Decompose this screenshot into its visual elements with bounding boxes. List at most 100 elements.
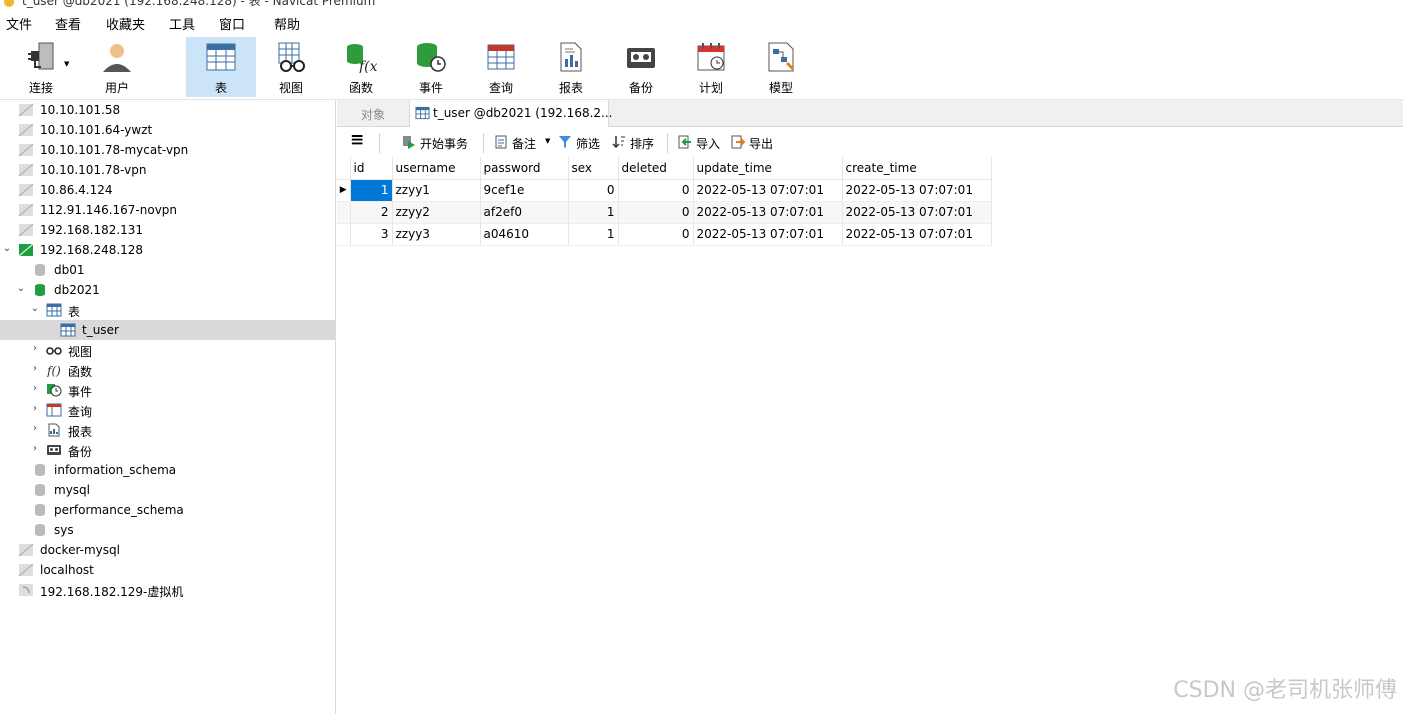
tree-item-connection-open[interactable]: ⌄ 192.168.248.128 [0, 240, 335, 260]
row-header[interactable] [337, 201, 351, 224]
column-header-deleted[interactable]: deleted [618, 157, 694, 180]
cell-update-time[interactable]: 2022-05-13 07:07:01 [693, 179, 843, 202]
tree-item-connection[interactable]: 192.168.182.131 [0, 220, 335, 240]
report-button[interactable]: 报表 [536, 37, 606, 97]
cell-username[interactable]: zzyy1 [392, 179, 481, 202]
schedule-button[interactable]: 计划 [676, 37, 746, 97]
menu-window[interactable]: 窗口 [219, 14, 245, 33]
menu-view[interactable]: 查看 [55, 14, 81, 33]
tree-item-database[interactable]: information_schema [0, 460, 335, 480]
connect-button[interactable]: 连接 ▼ [6, 37, 76, 97]
collapsed-chevron-icon[interactable]: › [29, 343, 41, 354]
tree-item-connection[interactable]: docker-mysql [0, 540, 335, 560]
tree-item-database[interactable]: db01 [0, 260, 335, 280]
expanded-chevron-icon[interactable]: ⌄ [15, 283, 27, 294]
expanded-chevron-icon[interactable]: ⌄ [29, 303, 41, 314]
export-button[interactable]: 导出 [731, 134, 781, 152]
tree-item-connection[interactable]: 112.91.146.167-novpn [0, 200, 335, 220]
menu-help[interactable]: 帮助 [274, 14, 300, 33]
note-dropdown-icon[interactable]: ▼ [545, 137, 550, 145]
tree-item-backups[interactable]: › 备份 [0, 440, 335, 460]
event-button[interactable]: 事件 [396, 37, 466, 97]
tree-item-database-open[interactable]: ⌄ db2021 [0, 280, 335, 300]
cell-sex[interactable]: 0 [568, 179, 619, 202]
user-button[interactable]: 用户 [82, 37, 152, 97]
tree-item-connection[interactable]: 10.10.101.64-ywzt [0, 120, 335, 140]
expanded-chevron-icon[interactable]: ⌄ [1, 243, 13, 254]
tree-item-table-t-user[interactable]: t_user [0, 320, 335, 340]
cell-deleted[interactable]: 0 [618, 223, 694, 246]
cell-create-time[interactable]: 2022-05-13 07:07:01 [842, 223, 992, 246]
connect-dropdown-icon[interactable]: ▼ [64, 60, 69, 68]
tree-item-connection[interactable]: 10.10.101.78-vpn [0, 160, 335, 180]
filter-button[interactable]: 筛选 [558, 134, 608, 152]
view-button[interactable]: 视图 [256, 37, 326, 97]
cell-id[interactable]: 2 [350, 201, 393, 224]
connection-icon [18, 543, 34, 557]
column-header-sex[interactable]: sex [568, 157, 619, 180]
tree-item-connection[interactable]: 10.10.101.78-mycat-vpn [0, 140, 335, 160]
tree-item-connection[interactable]: 10.10.101.58 [0, 100, 335, 120]
cell-username[interactable]: zzyy2 [392, 201, 481, 224]
cell-update-time[interactable]: 2022-05-13 07:07:01 [693, 223, 843, 246]
cell-create-time[interactable]: 2022-05-13 07:07:01 [842, 179, 992, 202]
cell-sex[interactable]: 1 [568, 201, 619, 224]
tab-t-user[interactable]: t_user @db2021 (192.168.2... [409, 100, 612, 128]
begin-transaction-label: 开始事务 [420, 137, 469, 151]
collapsed-chevron-icon[interactable]: › [29, 443, 41, 454]
current-row-indicator-icon[interactable]: ▶ [337, 179, 351, 202]
menu-favorites[interactable]: 收藏夹 [106, 14, 145, 33]
query-button[interactable]: 查询 [466, 37, 536, 97]
table-button[interactable]: 表 [186, 37, 256, 97]
tree-item-database[interactable]: mysql [0, 480, 335, 500]
collapsed-chevron-icon[interactable]: › [29, 363, 41, 374]
model-button[interactable]: 模型 [746, 37, 816, 97]
cell-password[interactable]: 9cef1e [480, 179, 569, 202]
table-label: 表 [214, 81, 227, 95]
column-header-password[interactable]: password [480, 157, 569, 180]
cell-password[interactable]: a04610 [480, 223, 569, 246]
collapsed-chevron-icon[interactable]: › [29, 403, 41, 414]
tree-item-queries[interactable]: › 查询 [0, 400, 335, 420]
cell-sex[interactable]: 1 [568, 223, 619, 246]
cell-create-time[interactable]: 2022-05-13 07:07:01 [842, 201, 992, 224]
collapsed-chevron-icon[interactable]: › [29, 423, 41, 434]
tree-item-tables[interactable]: ⌄ 表 [0, 300, 335, 320]
menu-file[interactable]: 文件 [6, 14, 32, 33]
menu-hamburger-icon[interactable]: ≡ [350, 130, 364, 150]
tab-objects[interactable]: 对象 [337, 100, 409, 127]
menu-tools[interactable]: 工具 [169, 14, 195, 33]
backup-button[interactable]: 备份 [606, 37, 676, 97]
column-header-username[interactable]: username [392, 157, 481, 180]
cell-deleted[interactable]: 0 [618, 179, 694, 202]
sort-button[interactable]: 排序 [612, 134, 662, 152]
column-header-id[interactable]: id [350, 157, 393, 180]
tree-item-events[interactable]: › 事件 [0, 380, 335, 400]
cell-update-time[interactable]: 2022-05-13 07:07:01 [693, 201, 843, 224]
collapsed-chevron-icon[interactable]: › [29, 383, 41, 394]
cell-id[interactable]: 3 [350, 223, 393, 246]
table-row[interactable]: 3 zzyy3 a04610 1 0 2022-05-13 07:07:01 2… [337, 223, 992, 246]
tree-item-views[interactable]: › 视图 [0, 340, 335, 360]
begin-transaction-button[interactable]: 开始事务 [402, 134, 474, 152]
table-row[interactable]: ▶ 1 zzyy1 9cef1e 0 0 2022-05-13 07:07:01… [337, 179, 992, 202]
cell-deleted[interactable]: 0 [618, 201, 694, 224]
column-header-create-time[interactable]: create_time [842, 157, 992, 180]
tree-item-connection[interactable]: localhost [0, 560, 335, 580]
tree-item-database[interactable]: sys [0, 520, 335, 540]
tree-item-database[interactable]: performance_schema [0, 500, 335, 520]
row-header[interactable] [337, 223, 351, 246]
cell-password[interactable]: af2ef0 [480, 201, 569, 224]
glasses-icon [46, 347, 62, 355]
tree-item-connection[interactable]: 10.86.4.124 [0, 180, 335, 200]
function-button[interactable]: f(x) 函数 [326, 37, 396, 97]
tree-item-functions[interactable]: › f() 函数 [0, 360, 335, 380]
tree-item-connection[interactable]: 192.168.182.129-虚拟机 [0, 580, 335, 600]
cell-id[interactable]: 1 [350, 179, 393, 202]
note-button[interactable]: 备注 ▼ [494, 134, 554, 152]
column-header-update-time[interactable]: update_time [693, 157, 843, 180]
table-row[interactable]: 2 zzyy2 af2ef0 1 0 2022-05-13 07:07:01 2… [337, 201, 992, 224]
import-button[interactable]: 导入 [678, 134, 728, 152]
tree-item-reports[interactable]: › 报表 [0, 420, 335, 440]
cell-username[interactable]: zzyy3 [392, 223, 481, 246]
